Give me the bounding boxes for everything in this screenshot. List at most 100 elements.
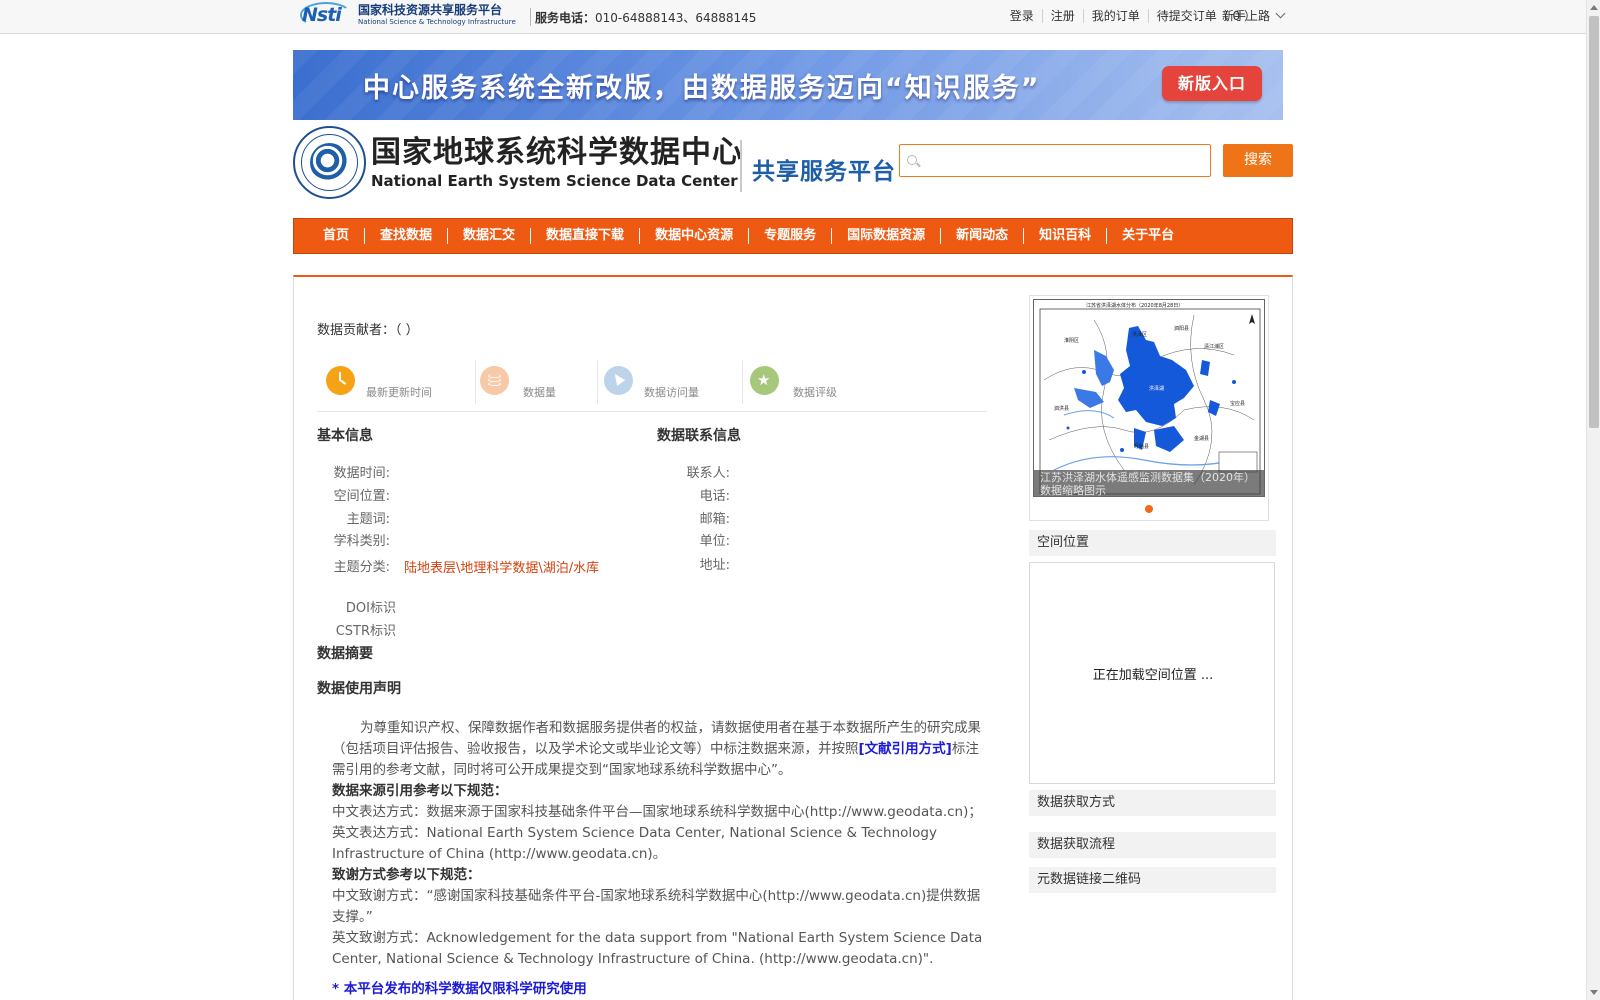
dataset-thumbnail-map[interactable]: 江苏省洪泽湖水体分布（2020年8月28日） 洪泽区 淮阴区 泗阳县 泗洪县 盱… <box>1033 299 1265 497</box>
nav-item-data-submission[interactable]: 数据汇交 <box>448 228 532 244</box>
acknowledgement-en: 英文致谢方式：Acknowledgement for the data supp… <box>332 930 983 967</box>
nav-item-international-resources[interactable]: 国际数据资源 <box>832 228 942 244</box>
star-icon: ★ <box>750 366 779 395</box>
nav-item-encyclopedia[interactable]: 知识百科 <box>1024 228 1108 244</box>
stat-data-volume-label: 数据量 <box>523 386 556 399</box>
top-bar: Nsti 国家科技资源共享服务平台 National Science & Tec… <box>0 0 1586 34</box>
cursor-icon <box>604 366 633 395</box>
nav-item-topic-services[interactable]: 专题服务 <box>749 228 833 244</box>
main-nav: 首页 查找数据 数据汇交 数据直接下载 数据中心资源 专题服务 国际数据资源 新… <box>293 218 1293 254</box>
banner-text: 中心服务系统全新改版，由数据服务迈向“知识服务” <box>363 73 1041 104</box>
metadata-qr-header[interactable]: 元数据链接二维码 <box>1029 867 1276 893</box>
search-button[interactable]: 搜索 <box>1223 144 1293 177</box>
my-orders-link[interactable]: 我的订单 <box>1084 9 1149 23</box>
page-scrollbar[interactable] <box>1586 0 1600 1000</box>
search-input[interactable] <box>922 145 1204 175</box>
account-links: 登录 注册 我的订单 待提交订单（ 0 ） <box>1002 9 1256 23</box>
field-label-unit: 单位: <box>699 534 730 549</box>
nav-item-center-resources[interactable]: 数据中心资源 <box>640 228 750 244</box>
nav-item-find-data[interactable]: 查找数据 <box>365 228 449 244</box>
topic-category-link[interactable]: 陆地表层\地理科学数据\湖泊/水库 <box>404 557 599 576</box>
nav-item-about[interactable]: 关于平台 <box>1107 228 1189 244</box>
announcement-banner[interactable]: 中心服务系统全新改版，由数据服务迈向“知识服务” 新版入口 <box>293 50 1283 120</box>
svg-text:盱眙县: 盱眙县 <box>1134 443 1149 450</box>
usage-statement-title: 数据使用声明 <box>317 681 401 697</box>
spatial-loading-text: 正在加载空间位置 ... <box>1092 668 1214 683</box>
field-label-data-time: 数据时间: <box>333 466 390 481</box>
service-hotline: 服务电话：010-64888143、64888145 <box>535 11 757 25</box>
beginner-guide-label: 新手上路 <box>1222 9 1271 23</box>
svg-text:宝应县: 宝应县 <box>1230 400 1245 407</box>
scroll-down-icon[interactable] <box>1590 990 1598 995</box>
statement-paragraph: 为尊重知识产权、保障数据作者和数据服务提供者的权益，请数据使用者在基于本数据所产… <box>332 720 981 778</box>
header-divider <box>740 140 742 192</box>
data-center-seal-logo[interactable] <box>293 126 366 199</box>
spatial-location-map[interactable]: 正在加载空间位置 ... <box>1029 562 1275 784</box>
nsti-logo[interactable]: Nsti 国家科技资源共享服务平台 National Science & Tec… <box>300 2 516 28</box>
nsti-logo-cn: 国家科技资源共享服务平台 <box>358 3 503 17</box>
svg-text:泗洪县: 泗洪县 <box>1054 405 1069 412</box>
svg-text:洪泽区: 洪泽区 <box>1132 331 1147 338</box>
citation-method-link[interactable]: [文献引用方式] <box>859 741 952 757</box>
field-label-spatial-location: 空间位置: <box>333 489 390 504</box>
topbar-divider <box>530 8 531 26</box>
data-center-name-en: National Earth System Science Data Cente… <box>371 172 738 190</box>
source-citation-en: 英文表达方式：National Earth System Science Dat… <box>332 825 937 862</box>
research-use-note: * 本平台发布的科学数据仅限科学研究使用 <box>332 981 587 997</box>
nsti-logo-mark: Nsti <box>300 2 354 28</box>
contributor-value: （ ） <box>395 323 419 338</box>
beginner-guide-dropdown[interactable]: 新手上路 <box>1222 7 1286 24</box>
data-access-method-header[interactable]: 数据获取方式 <box>1029 790 1276 816</box>
thumbnail-caption: 江苏洪泽湖水体遥感监测数据集（2020年）数据缩略图示 <box>1034 470 1264 496</box>
usage-statement: 为尊重知识产权、保障数据作者和数据服务提供者的权益，请数据使用者在基于本数据所产… <box>332 718 987 1000</box>
svg-text:洪泽湖: 洪泽湖 <box>1149 385 1164 392</box>
nav-item-news[interactable]: 新闻动态 <box>941 228 1025 244</box>
svg-text:金湖县: 金湖县 <box>1194 435 1209 442</box>
field-label-keywords: 主题词: <box>346 512 390 527</box>
carousel-indicator-dot[interactable] <box>1145 505 1153 513</box>
svg-text:泗阳县: 泗阳县 <box>1174 325 1189 332</box>
data-center-name: 国家地球系统科学数据中心 National Earth System Scien… <box>371 138 743 189</box>
nsti-logo-en: National Science & Technology Infrastruc… <box>358 18 516 26</box>
data-contributor: 数据贡献者：（ ） <box>317 319 419 338</box>
contact-info-title: 数据联系信息 <box>657 428 741 444</box>
basic-info-title: 基本信息 <box>317 428 373 444</box>
login-link[interactable]: 登录 <box>1002 9 1043 23</box>
register-link[interactable]: 注册 <box>1043 9 1084 23</box>
clock-icon <box>326 366 355 395</box>
stat-rating-label: 数据评级 <box>793 386 837 399</box>
field-label-topic-category: 主题分类: <box>333 560 390 575</box>
source-citation-cn: 中文表达方式：数据来源于国家科技基础条件平台—国家地球系统科学数据中心(http… <box>332 804 982 820</box>
stat-update-time-label: 最新更新时间 <box>366 386 432 399</box>
nav-item-home[interactable]: 首页 <box>308 228 366 244</box>
spatial-location-header: 空间位置 <box>1029 530 1276 556</box>
database-icon <box>480 366 509 395</box>
thumbnail-carousel[interactable]: 江苏省洪泽湖水体分布（2020年8月28日） 洪泽区 淮阴区 泗阳县 泗洪县 盱… <box>1029 295 1269 521</box>
chevron-down-icon <box>1275 8 1286 19</box>
acknowledgement-cn: 中文致谢方式：“感谢国家科技基础条件平台-国家地球系统科学数据中心(http:/… <box>332 888 981 925</box>
field-label-phone: 电话: <box>699 489 730 504</box>
source-citation-title: 数据来源引用参考以下规范： <box>332 783 508 799</box>
svg-text:淮阴区: 淮阴区 <box>1064 337 1079 344</box>
contributor-label: 数据贡献者： <box>317 323 396 338</box>
new-version-button[interactable]: 新版入口 <box>1162 66 1262 101</box>
data-access-process-header[interactable]: 数据获取流程 <box>1029 832 1276 858</box>
cstr-label: CSTR标识 <box>335 624 396 639</box>
field-label-email: 邮箱: <box>699 512 730 527</box>
field-label-contact: 联系人: <box>686 466 730 481</box>
data-center-name-cn: 国家地球系统科学数据中心 <box>371 135 743 170</box>
field-label-address: 地址: <box>699 558 730 573</box>
doi-label: DOI标识 <box>345 601 396 616</box>
field-label-discipline: 学科类别: <box>333 534 390 549</box>
data-stats-bar: 最新更新时间 数据量 数据访问量 ★ 数据评级 <box>317 360 987 412</box>
abstract-title: 数据摘要 <box>317 646 373 662</box>
svg-text:清江浦区: 清江浦区 <box>1204 343 1224 350</box>
search-icon <box>907 155 917 165</box>
search-box <box>899 144 1211 177</box>
lake-map-image: 洪泽区 淮阴区 泗阳县 泗洪县 盱眙县 金湖县 宝应县 清江浦区 洪泽湖 <box>1039 308 1261 495</box>
platform-title: 共享服务平台 <box>752 159 896 185</box>
acknowledgement-title: 致谢方式参考以下规范： <box>332 867 481 883</box>
scroll-up-icon[interactable] <box>1590 5 1598 10</box>
nav-item-direct-download[interactable]: 数据直接下载 <box>531 228 641 244</box>
scrollbar-thumb[interactable] <box>1589 16 1599 428</box>
